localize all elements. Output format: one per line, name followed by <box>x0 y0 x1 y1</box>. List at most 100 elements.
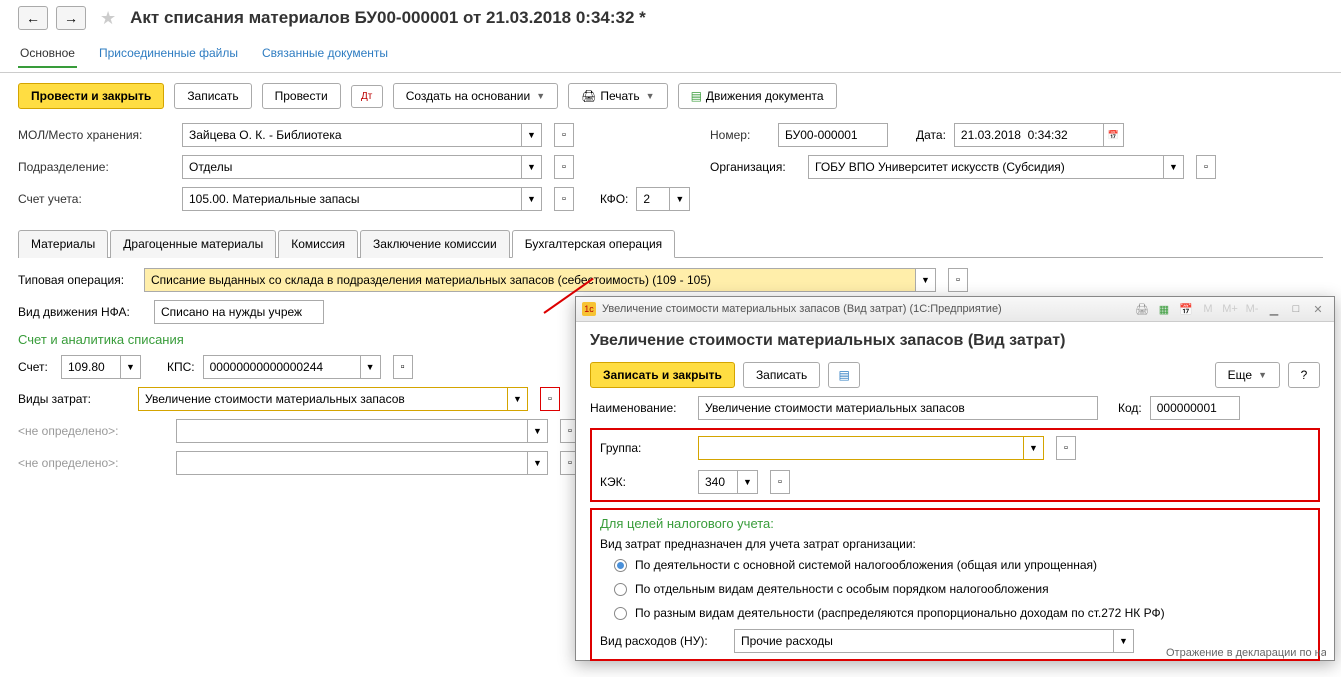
maximize-button[interactable]: □ <box>1286 300 1306 318</box>
post-and-close-button[interactable]: Провести и закрыть <box>18 83 164 109</box>
kps-input[interactable] <box>203 355 361 379</box>
account-label: Счет учета: <box>18 192 174 206</box>
tab-accounting[interactable]: Бухгалтерская операция <box>512 230 675 258</box>
type-op-input[interactable] <box>144 268 916 292</box>
dept-label: Подразделение: <box>18 160 174 174</box>
movements-button[interactable]: ▤Движения документа <box>678 83 837 109</box>
cost-type-input[interactable] <box>138 387 508 411</box>
tab-attached-files[interactable]: Присоединенные файлы <box>97 40 240 68</box>
print-button[interactable]: 🖨Печать▼ <box>568 83 667 109</box>
radio-option-3[interactable]: По разным видам деятельности (распределя… <box>600 601 1310 625</box>
type-op-label: Типовая операция: <box>18 273 136 287</box>
date-picker-button[interactable]: 📅 <box>1104 123 1124 147</box>
kps-open-button[interactable]: ▫ <box>393 355 413 379</box>
nav-forward-button[interactable]: → <box>56 6 86 30</box>
popup-kek-label: КЭК: <box>600 475 690 489</box>
dept-open-button[interactable]: ▫ <box>554 155 574 179</box>
mol-dropdown[interactable]: ▼ <box>522 123 542 147</box>
mol-input[interactable] <box>182 123 522 147</box>
popup-cut-text: Отражение в декларации по налогу на приб… <box>1166 647 1326 659</box>
kps-label: КПС: <box>167 360 195 374</box>
radio-option-1[interactable]: По деятельности с основной системой нало… <box>600 553 1310 577</box>
popup-list-icon-button[interactable]: ▤ <box>828 362 860 388</box>
popup-window: 1c Увеличение стоимости материальных зап… <box>575 296 1335 661</box>
popup-kek-input[interactable] <box>698 470 738 494</box>
exp-type-dropdown[interactable]: ▼ <box>1114 629 1134 653</box>
popup-heading: Увеличение стоимости материальных запасо… <box>590 332 1320 350</box>
create-based-on-button[interactable]: Создать на основании▼ <box>393 83 558 109</box>
undefined-label-1: <не определено>: <box>18 424 168 438</box>
app-icon: 1c <box>582 302 596 316</box>
kfo-dropdown[interactable]: ▼ <box>670 187 690 211</box>
dept-dropdown[interactable]: ▼ <box>522 155 542 179</box>
undefined-dropdown-1[interactable]: ▼ <box>528 419 548 443</box>
popup-code-label: Код: <box>1118 401 1142 415</box>
tab-related-docs[interactable]: Связанные документы <box>260 40 390 68</box>
dept-input[interactable] <box>182 155 522 179</box>
tab-commission[interactable]: Комиссия <box>278 230 358 258</box>
m-icon: M <box>1198 300 1218 318</box>
print-icon[interactable]: 🖨 <box>1132 300 1152 318</box>
org-open-button[interactable]: ▫ <box>1196 155 1216 179</box>
sch-dropdown[interactable]: ▼ <box>121 355 141 379</box>
undefined-input-1[interactable] <box>176 419 528 443</box>
mol-label: МОЛ/Место хранения: <box>18 128 174 142</box>
tab-materials[interactable]: Материалы <box>18 230 108 258</box>
tax-desc: Вид затрат предназначен для учета затрат… <box>600 535 1310 553</box>
tab-main[interactable]: Основное <box>18 40 77 68</box>
exp-type-input[interactable] <box>734 629 1114 653</box>
number-input[interactable] <box>778 123 888 147</box>
account-input[interactable] <box>182 187 522 211</box>
org-label: Организация: <box>710 160 800 174</box>
popup-group-dropdown[interactable]: ▼ <box>1024 436 1044 460</box>
cost-type-dropdown[interactable]: ▼ <box>508 387 528 411</box>
popup-kek-dropdown[interactable]: ▼ <box>738 470 758 494</box>
sch-input[interactable] <box>61 355 121 379</box>
favorite-star-icon[interactable]: ★ <box>100 8 116 29</box>
kfo-input[interactable] <box>636 187 670 211</box>
post-button[interactable]: Провести <box>262 83 341 109</box>
chevron-down-icon: ▼ <box>1258 370 1267 380</box>
calendar-icon[interactable]: 📅 <box>1176 300 1196 318</box>
undefined-dropdown-2[interactable]: ▼ <box>528 451 548 475</box>
minimize-button[interactable]: ▁ <box>1264 300 1284 318</box>
popup-save-button[interactable]: Записать <box>743 362 820 388</box>
popup-save-close-button[interactable]: Записать и закрыть <box>590 362 735 388</box>
cost-type-open-button[interactable]: ▫ <box>540 387 560 411</box>
org-dropdown[interactable]: ▼ <box>1164 155 1184 179</box>
account-open-button[interactable]: ▫ <box>554 187 574 211</box>
kps-dropdown[interactable]: ▼ <box>361 355 381 379</box>
close-button[interactable]: ✕ <box>1308 300 1328 318</box>
org-input[interactable] <box>808 155 1164 179</box>
popup-titlebar[interactable]: 1c Увеличение стоимости материальных зап… <box>576 297 1334 322</box>
popup-name-label: Наименование: <box>590 401 690 415</box>
popup-group-input[interactable] <box>698 436 1024 460</box>
chevron-down-icon: ▼ <box>536 91 545 101</box>
nfa-input[interactable] <box>154 300 324 324</box>
type-op-dropdown[interactable]: ▼ <box>916 268 936 292</box>
tab-conclusion[interactable]: Заключение комиссии <box>360 230 510 258</box>
mol-open-button[interactable]: ▫ <box>554 123 574 147</box>
type-op-open-button[interactable]: ▫ <box>948 268 968 292</box>
cost-type-label: Виды затрат: <box>18 392 130 406</box>
undefined-input-2[interactable] <box>176 451 528 475</box>
calc-icon[interactable]: ▦ <box>1154 300 1174 318</box>
date-input[interactable] <box>954 123 1104 147</box>
nav-back-button[interactable]: ← <box>18 6 48 30</box>
account-dropdown[interactable]: ▼ <box>522 187 542 211</box>
tab-precious[interactable]: Драгоценные материалы <box>110 230 276 258</box>
popup-name-input[interactable] <box>698 396 1098 420</box>
save-button[interactable]: Записать <box>174 83 251 109</box>
radio-option-2[interactable]: По отдельным видам деятельности с особым… <box>600 577 1310 601</box>
printer-icon: 🖨 <box>581 89 596 103</box>
popup-help-button[interactable]: ? <box>1288 362 1320 388</box>
popup-code-input[interactable] <box>1150 396 1240 420</box>
sch-label: Счет: <box>18 360 53 374</box>
popup-kek-open[interactable]: ▫ <box>770 470 790 494</box>
popup-group-open[interactable]: ▫ <box>1056 436 1076 460</box>
debit-credit-icon-button[interactable]: Дт <box>351 85 383 108</box>
chevron-down-icon: ▼ <box>646 91 655 101</box>
popup-more-button[interactable]: Еще▼ <box>1215 362 1280 388</box>
tax-section-title: Для целей налогового учета: <box>600 516 1310 531</box>
kfo-label: КФО: <box>600 192 628 206</box>
